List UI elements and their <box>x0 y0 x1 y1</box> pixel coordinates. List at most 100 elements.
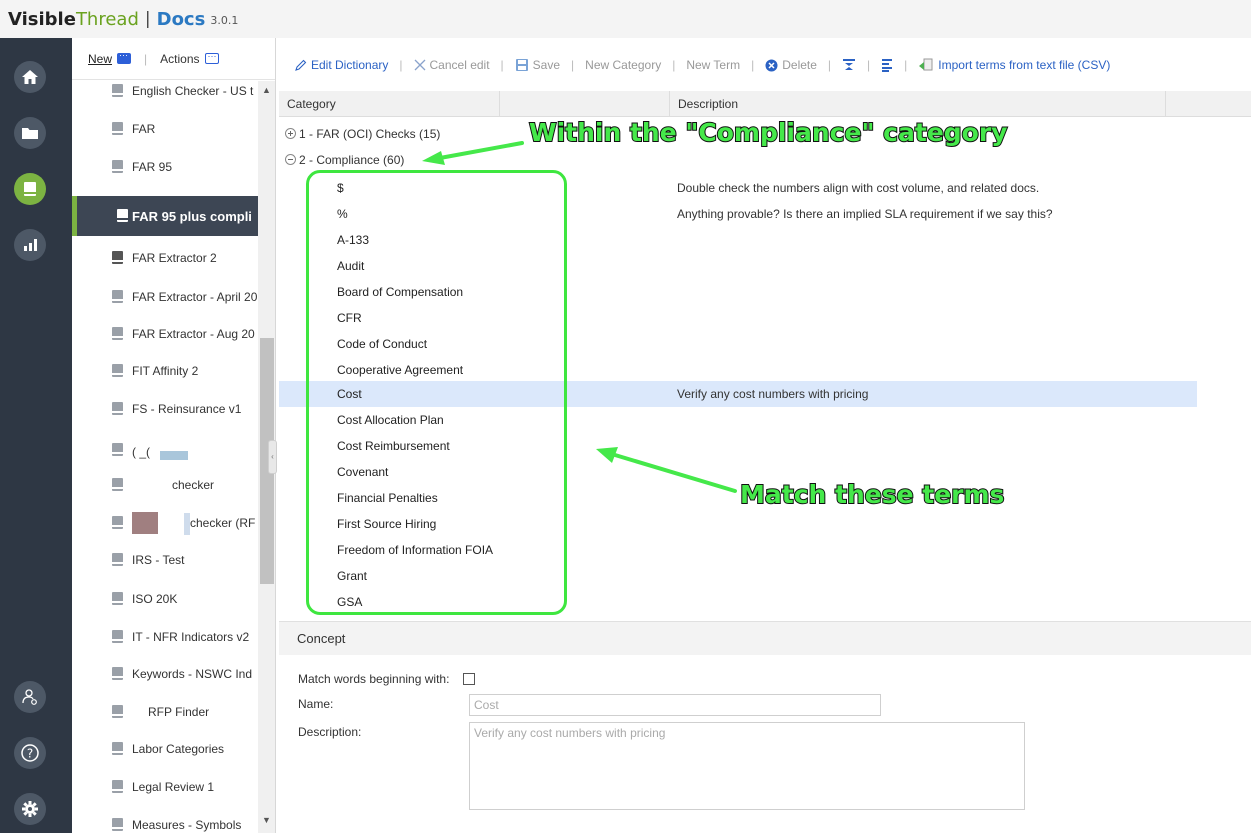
list-item-label: English Checker - US t <box>132 84 254 98</box>
book-icon <box>112 122 123 135</box>
list-item-label: FIT Affinity 2 <box>132 364 199 378</box>
delete-label: Delete <box>782 58 817 72</box>
import-label: Import terms from text file (CSV) <box>938 58 1111 72</box>
redacted-block <box>160 451 188 460</box>
list-item[interactable]: FIT Affinity 2 <box>72 353 258 389</box>
user-settings-icon[interactable] <box>14 681 46 713</box>
panel-collapse-handle[interactable]: ‹ <box>268 440 277 474</box>
actions-menu-icon[interactable] <box>204 51 219 64</box>
collapse-icon[interactable] <box>285 154 296 165</box>
column-header-description[interactable]: Description <box>670 91 1166 117</box>
dictionary-icon[interactable] <box>14 173 46 205</box>
svg-text:?: ? <box>27 747 33 761</box>
redacted-block <box>132 512 158 534</box>
list-item[interactable]: FAR Extractor 2 <box>72 240 258 276</box>
import-csv-button[interactable]: Import terms from text file (CSV) <box>918 58 1110 72</box>
folder-icon[interactable] <box>14 117 46 149</box>
match-words-checkbox[interactable] <box>463 673 475 685</box>
terms-highlight-box <box>306 170 567 615</box>
list-item-label: FAR <box>132 122 156 136</box>
new-category-button[interactable]: New Category <box>585 58 661 72</box>
book-icon <box>112 553 123 566</box>
version-label: 3.0.1 <box>210 13 239 27</box>
collapse-all-icon[interactable] <box>842 58 856 72</box>
list-item-label: Labor Categories <box>132 742 225 756</box>
name-label: Name: <box>298 697 334 711</box>
list-item[interactable]: FAR 95 <box>72 149 258 185</box>
list-item-label: FS - Reinsurance v1 <box>132 402 242 416</box>
description-cell: Anything provable? Is there an implied S… <box>677 207 1053 221</box>
list-item[interactable]: Measures - Symbols <box>72 807 258 833</box>
new-menu-icon[interactable] <box>117 50 132 64</box>
new-term-button[interactable]: New Term <box>686 58 740 72</box>
book-icon <box>112 667 123 680</box>
list-toolbar: New | Actions <box>72 38 275 80</box>
description-cell: Double check the numbers align with cost… <box>677 181 1040 195</box>
editor-toolbar: Edit Dictionary | Cancel edit | Save | N… <box>279 38 1251 93</box>
column-header-category[interactable]: Category <box>279 91 500 117</box>
book-icon <box>112 327 123 340</box>
save-button[interactable]: Save <box>515 58 560 72</box>
home-icon[interactable] <box>14 61 46 93</box>
description-field[interactable]: Verify any cost numbers with pricing <box>469 722 1025 810</box>
book-icon <box>112 443 123 456</box>
cancel-edit-button[interactable]: Cancel edit <box>414 58 490 72</box>
book-icon <box>112 742 123 755</box>
gear-icon[interactable] <box>14 793 46 825</box>
list-item[interactable]: FAR <box>72 111 258 147</box>
list-item[interactable]: ( _( <box>72 432 258 472</box>
edit-dictionary-label: Edit Dictionary <box>311 58 389 72</box>
redacted-block <box>184 513 190 535</box>
list-item-label: checker (RF <box>190 516 256 530</box>
list-item[interactable]: checker (RF <box>72 505 258 541</box>
list-item-label: checker <box>172 478 215 492</box>
list-item[interactable]: ISO 20K <box>72 581 258 617</box>
list-item[interactable]: RFP Finder <box>72 694 258 730</box>
list-item[interactable]: checker <box>72 467 258 503</box>
list-item-label: IT - NFR Indicators v2 <box>132 630 250 644</box>
list-item[interactable]: Legal Review 1 <box>72 769 258 805</box>
brand-separator: | <box>144 9 151 29</box>
book-icon <box>112 630 123 643</box>
list-item[interactable]: English Checker - US t <box>72 81 258 109</box>
scroll-down-icon[interactable]: ▼ <box>258 813 275 827</box>
help-icon[interactable]: ? <box>14 737 46 769</box>
category-row[interactable]: 1 - FAR (OCI) Checks (15) <box>279 122 440 146</box>
book-icon <box>112 478 123 491</box>
description-label: Description: <box>298 725 362 739</box>
category-row[interactable]: 2 - Compliance (60) <box>279 148 404 172</box>
name-field[interactable]: Cost <box>469 694 881 716</box>
bar-chart-icon[interactable] <box>14 229 46 261</box>
list-item-label: RFP Finder <box>148 705 210 719</box>
description-cell: Verify any cost numbers with pricing <box>677 387 869 401</box>
list-item[interactable]: FS - Reinsurance v1 <box>72 391 258 427</box>
list-item[interactable]: Labor Categories <box>72 731 258 767</box>
book-icon <box>112 84 123 97</box>
import-icon <box>918 58 934 72</box>
list-item[interactable]: FAR Extractor - Aug 20 <box>72 316 258 352</box>
app-header: Visible Thread | Docs 3.0.1 <box>0 0 1251 38</box>
expand-all-icon[interactable] <box>881 58 893 72</box>
list-item[interactable]: IT - NFR Indicators v2 <box>72 619 258 655</box>
book-icon <box>112 364 123 377</box>
brand-name-suffix: Thread <box>75 8 139 30</box>
save-label: Save <box>532 58 561 72</box>
list-item[interactable]: IRS - Test <box>72 542 258 578</box>
list-item-selected[interactable]: FAR 95 plus compli <box>72 196 258 236</box>
list-item-label: ( _( <box>132 445 150 459</box>
close-icon <box>414 59 426 71</box>
list-item[interactable]: Keywords - NSWC Ind <box>72 656 258 692</box>
list-item[interactable]: FAR Extractor - April 20 <box>72 279 258 315</box>
new-button[interactable]: New <box>88 52 112 66</box>
list-item-label: Keywords - NSWC Ind <box>132 667 253 681</box>
category-label: 1 - FAR (OCI) Checks (15) <box>299 127 441 141</box>
book-icon <box>112 402 123 415</box>
delete-button[interactable]: Delete <box>765 58 817 72</box>
cancel-edit-label: Cancel edit <box>429 58 490 72</box>
edit-dictionary-button[interactable]: Edit Dictionary <box>295 58 388 72</box>
category-annotation: Within the "Compliance" category <box>528 117 1008 148</box>
scroll-up-icon[interactable]: ▲ <box>258 83 275 97</box>
expand-icon[interactable] <box>285 128 296 139</box>
actions-button[interactable]: Actions <box>160 52 199 66</box>
brand-name: Visible <box>8 8 76 30</box>
